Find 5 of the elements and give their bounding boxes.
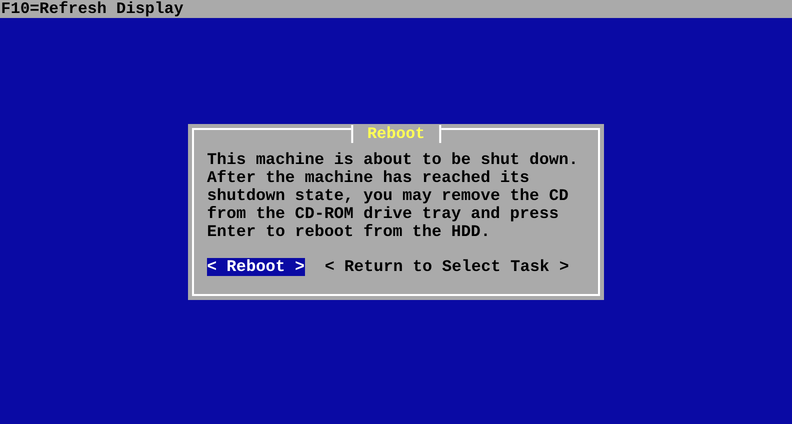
hint-text: F10=Refresh Display [0, 0, 184, 18]
dialog-button[interactable]: < Return to Select Task > [324, 258, 569, 276]
dialog-message: This machine is about to be shut down. After the machine has reached its shutdown state, you may remove the CD from the CD-ROM drive tray and press Enter to reboot from the HDD. [207, 151, 580, 241]
dialog-button[interactable]: < Reboot > [207, 258, 305, 276]
dialog-title: Reboot [351, 125, 441, 143]
